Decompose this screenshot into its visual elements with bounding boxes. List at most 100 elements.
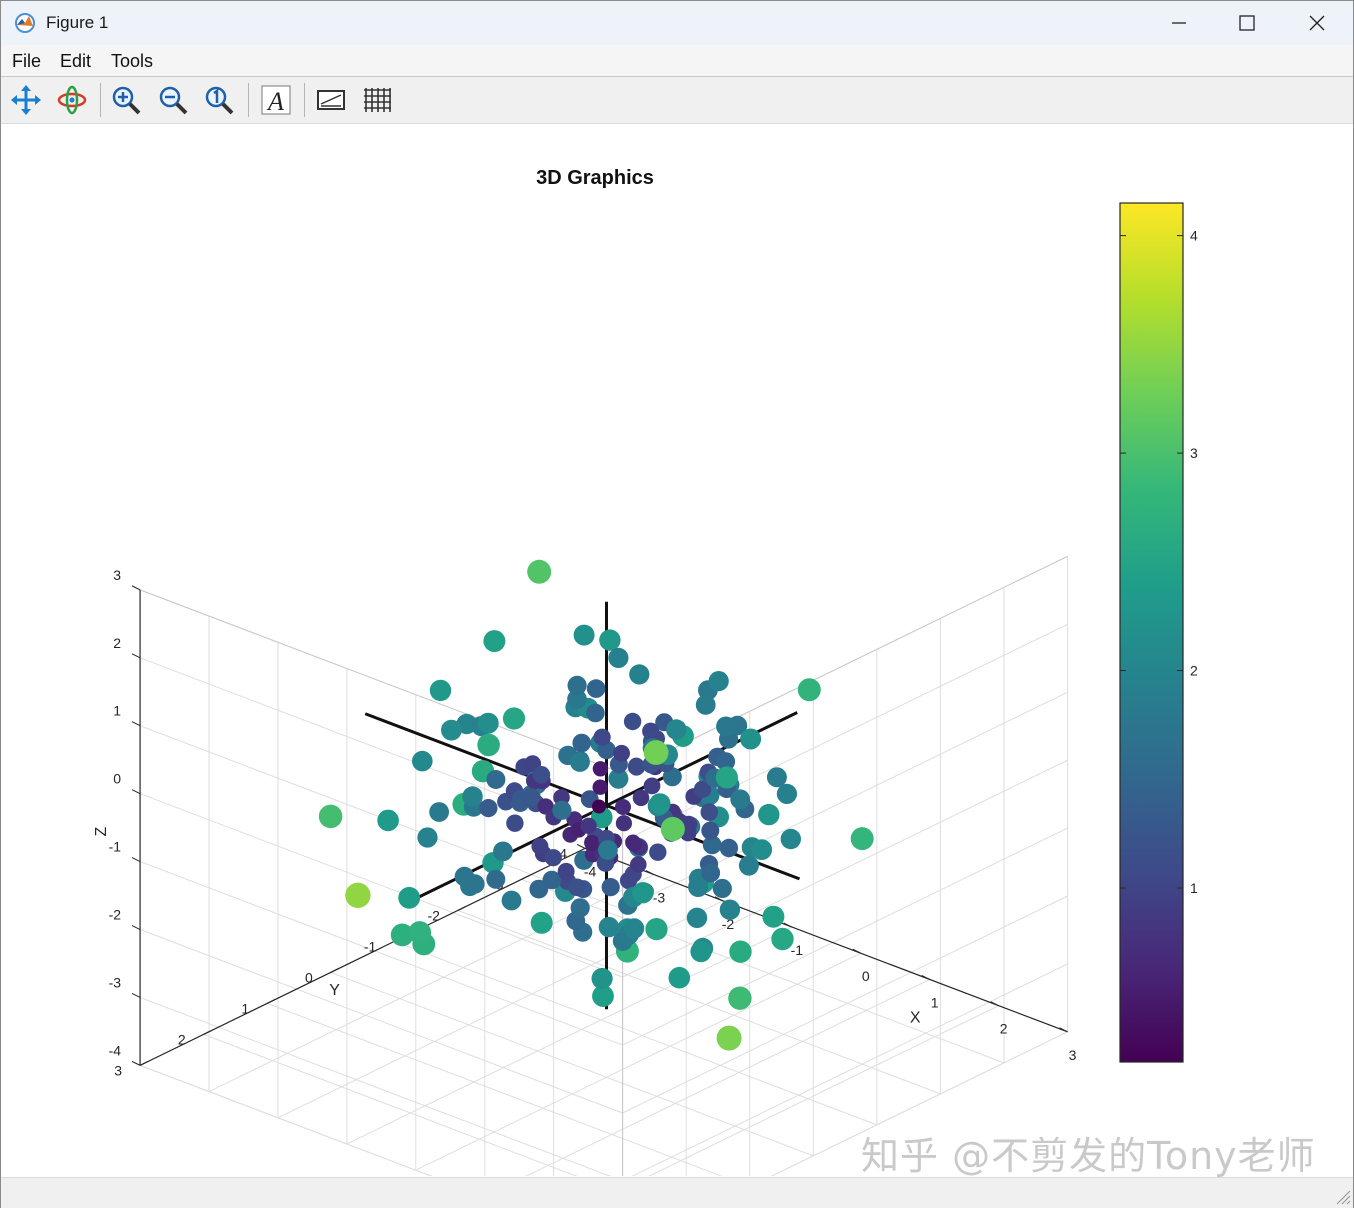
z-tick-label: 3 <box>113 567 121 583</box>
scatter-point <box>441 719 462 741</box>
scatter-point <box>643 777 661 795</box>
scatter-point <box>486 770 506 789</box>
close-icon <box>1309 15 1325 31</box>
figure-canvas: -4-3-2-10123-4-3-2-10123-4-3-2-10123XYZ … <box>1 124 1353 1208</box>
scatter-point <box>544 849 562 867</box>
scatter-point <box>592 779 608 795</box>
scatter-point <box>599 629 621 651</box>
scatter-point <box>712 878 732 899</box>
scatter-point <box>591 967 613 990</box>
z-tick-label: 2 <box>113 635 121 651</box>
scatter-point <box>690 941 712 963</box>
z-tick <box>131 721 141 727</box>
scatter-point <box>797 678 821 702</box>
scatter-point <box>477 712 499 734</box>
menu-edit[interactable]: Edit <box>60 51 91 72</box>
scatter-point <box>615 815 633 832</box>
scatter-point <box>429 802 449 822</box>
scatter-point <box>398 886 421 909</box>
z-tick-label: -1 <box>109 839 122 855</box>
grid-line <box>521 878 1005 1064</box>
scatter-point <box>580 817 597 834</box>
maximize-icon <box>1239 15 1255 31</box>
insert-colorbar-button[interactable] <box>312 81 350 119</box>
colorbar-tick-label: 4 <box>1190 228 1198 244</box>
scatter-point <box>598 840 618 860</box>
menu-tools[interactable]: Tools <box>111 51 153 72</box>
scatter-point <box>429 679 452 702</box>
scatter-point <box>412 750 433 772</box>
restore-view-button[interactable] <box>200 81 238 119</box>
scatter-point <box>573 624 595 646</box>
insert-colorbar-icon <box>317 90 345 110</box>
y-tick-label: 2 <box>178 1031 186 1047</box>
toolbar-separator <box>304 83 305 117</box>
scatter-point <box>738 855 759 876</box>
scatter-point <box>479 799 498 818</box>
zoom-in-button[interactable] <box>107 81 145 119</box>
pan-icon <box>11 85 41 115</box>
y-tick-label: -1 <box>364 938 377 954</box>
rotate-3d-button[interactable] <box>53 81 91 119</box>
restore-view-icon <box>205 86 234 115</box>
maximize-button[interactable] <box>1213 1 1281 45</box>
insert-text-button[interactable]: A <box>257 81 295 119</box>
scatter-point <box>695 695 716 715</box>
scatter-point <box>716 1025 742 1051</box>
scatter-point <box>572 733 591 753</box>
scatter-point <box>771 927 794 951</box>
close-button[interactable] <box>1283 1 1351 45</box>
scatter-point <box>649 793 671 815</box>
scatter-point <box>643 740 669 765</box>
scatter-point <box>593 728 611 746</box>
pan-button[interactable] <box>7 81 45 119</box>
scatter-point <box>758 803 780 826</box>
grid-line <box>139 929 623 1114</box>
resize-grip-icon[interactable] <box>1333 1187 1351 1205</box>
scatter-point <box>716 716 736 737</box>
colorbar-tick-label: 2 <box>1190 663 1198 679</box>
scatter-point <box>850 827 874 851</box>
colorbar-tick-label: 3 <box>1190 445 1198 461</box>
scatter-point <box>701 863 721 883</box>
scatter-point <box>477 733 500 757</box>
3d-scatter-plot[interactable]: -4-3-2-10123-4-3-2-10123-4-3-2-10123XYZ … <box>1 124 1353 1208</box>
scatter-point <box>608 647 629 669</box>
y-tick <box>139 1060 149 1066</box>
window-title: Figure 1 <box>46 13 109 32</box>
scatter-point <box>598 916 620 938</box>
scatter-point <box>586 703 605 723</box>
scatter-point <box>708 671 729 692</box>
chart-title: 3D Graphics <box>536 167 654 189</box>
y-tick-label: 1 <box>241 1000 249 1016</box>
scatter-point <box>592 799 606 814</box>
toggle-grid-icon <box>364 88 391 112</box>
x-tick-label: -1 <box>791 942 804 958</box>
z-tick <box>131 925 141 930</box>
minimize-button[interactable] <box>1145 1 1213 45</box>
scatter-point <box>729 940 752 963</box>
scatter-point <box>751 839 773 860</box>
scatter-point <box>776 783 798 805</box>
z-axis-label: Z <box>93 827 110 837</box>
scatter-point <box>632 882 654 904</box>
scatter-point <box>715 766 739 789</box>
toggle-grid-button[interactable] <box>358 81 396 119</box>
scatter-point <box>719 899 741 920</box>
menu-file[interactable]: File <box>12 51 41 72</box>
scatter-point <box>666 719 687 740</box>
scatter-point <box>568 878 586 897</box>
scatter-point <box>645 918 668 941</box>
z-tick <box>131 993 141 998</box>
scatter-point <box>649 843 667 861</box>
scatter-point <box>630 856 647 873</box>
colorbar[interactable] <box>1119 202 1184 1063</box>
scatter-point <box>625 834 641 851</box>
scatter-point <box>567 675 587 696</box>
y-tick <box>266 998 276 1004</box>
y-axis-label: Y <box>329 982 340 999</box>
zoom-out-button[interactable] <box>154 81 192 119</box>
minimize-icon <box>1172 22 1186 24</box>
z-tick-label: -2 <box>109 907 122 923</box>
grid-line <box>139 1064 517 1208</box>
